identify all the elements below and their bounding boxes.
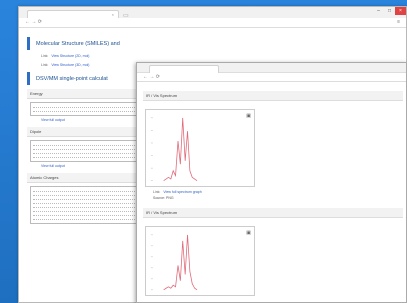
address-bar[interactable]: ← → ⟳ ≡ <box>19 18 406 28</box>
spectrum-svg-1 <box>150 117 198 182</box>
spectrum-plot-1: ▣ <box>145 109 255 187</box>
structure-2d-link[interactable]: View Structure (2D, mol) <box>51 54 89 58</box>
spectrum-svg-2 <box>150 234 198 291</box>
structure-3d-link[interactable]: View Structure (3D, mol) <box>51 63 89 67</box>
back-forward-icon[interactable]: ← → ⟳ <box>25 19 42 25</box>
menu-icon[interactable]: ≡ <box>397 19 400 25</box>
structure-link-row-2: Link: View Structure (3D, mol) <box>27 63 147 67</box>
tab-active[interactable]: × <box>27 10 119 18</box>
spectrum-link[interactable]: View full spectrum graph <box>163 190 201 194</box>
plot-options-icon[interactable]: ▣ <box>246 113 251 119</box>
energy-table <box>30 102 144 116</box>
tab-bar <box>137 63 406 73</box>
tab-bar: × ▭ – □ × <box>19 7 406 19</box>
section-title-calc: DSV/MM single-point calculat <box>27 72 147 85</box>
maximize-icon[interactable]: □ <box>384 7 395 15</box>
minimize-icon[interactable]: – <box>373 7 384 15</box>
page-content: Molecular Structure (SMILES) and Link: Vi… <box>27 37 147 226</box>
plot-options-icon[interactable]: ▣ <box>246 230 251 236</box>
link-label: Link: <box>41 54 49 58</box>
spectrum-line <box>163 117 198 182</box>
spectrum-link-row: Link: View full spectrum graph <box>143 190 403 194</box>
close-window-icon[interactable]: × <box>395 7 406 15</box>
dipole-link[interactable]: View full output <box>27 164 147 168</box>
spectrum-line <box>163 234 198 291</box>
link-label: Link: <box>41 63 49 67</box>
spectrum-title-2: IR / Vis Spectrum <box>143 208 403 218</box>
window-controls: – □ × <box>373 7 406 15</box>
front-browser-window[interactable]: ← → ⟳ IR / Vis Spectrum ▣ Link: View full… <box>136 62 407 303</box>
tab-active[interactable] <box>149 65 219 73</box>
link-label: Link: <box>153 190 161 194</box>
section-title-structure: Molecular Structure (SMILES) and <box>27 37 147 50</box>
energy-link[interactable]: View full output <box>27 118 147 122</box>
structure-link-row: Link: View Structure (2D, mol) <box>27 54 147 58</box>
spectrum-note: Source: PNG <box>153 196 174 200</box>
tab-close-icon[interactable]: × <box>112 12 114 17</box>
dipole-box-title: Dipole <box>27 127 147 137</box>
address-bar[interactable]: ← → ⟳ <box>137 73 406 82</box>
charges-table <box>30 186 144 224</box>
spectrum-plot-2: ▣ <box>145 226 255 296</box>
back-forward-icon[interactable]: ← → ⟳ <box>143 74 160 80</box>
dipole-table <box>30 140 144 162</box>
charges-box-title: Atomic Charges <box>27 173 147 183</box>
energy-box-title: Energy <box>27 89 147 99</box>
page-content: IR / Vis Spectrum ▣ Link: View full spect… <box>143 91 403 296</box>
spectrum-title-1: IR / Vis Spectrum <box>143 91 403 101</box>
